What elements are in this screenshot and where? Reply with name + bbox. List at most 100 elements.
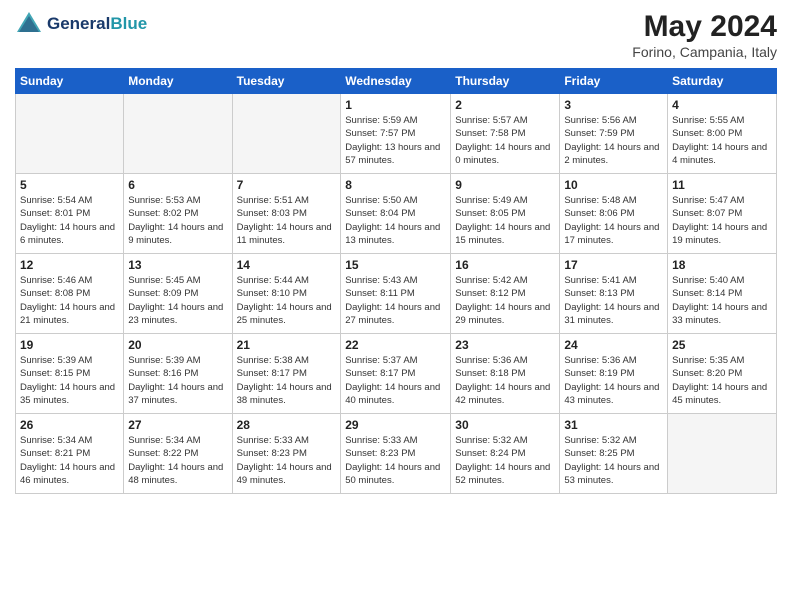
day-info: Sunrise: 5:44 AM Sunset: 8:10 PM Dayligh…	[237, 274, 337, 327]
calendar-cell: 30 Sunrise: 5:32 AM Sunset: 8:24 PM Dayli…	[451, 414, 560, 494]
calendar-cell: 14 Sunrise: 5:44 AM Sunset: 8:10 PM Dayli…	[232, 254, 341, 334]
weekday-header: Tuesday	[232, 69, 341, 94]
day-info: Sunrise: 5:33 AM Sunset: 8:23 PM Dayligh…	[345, 434, 446, 487]
calendar-cell: 6Sunrise: 5:53 AM Sunset: 8:02 PM Daylig…	[124, 174, 232, 254]
day-number: 27	[128, 418, 227, 432]
day-info: Sunrise: 5:54 AM Sunset: 8:01 PM Dayligh…	[20, 194, 119, 247]
day-info: Sunrise: 5:55 AM Sunset: 8:00 PM Dayligh…	[672, 114, 772, 167]
weekday-header: Thursday	[451, 69, 560, 94]
calendar-week-row: 12 Sunrise: 5:46 AM Sunset: 8:08 PM Dayli…	[16, 254, 777, 334]
calendar-cell: 12 Sunrise: 5:46 AM Sunset: 8:08 PM Dayli…	[16, 254, 124, 334]
calendar-cell: 1Sunrise: 5:59 AM Sunset: 7:57 PM Daylig…	[341, 94, 451, 174]
day-number: 3	[564, 98, 663, 112]
day-number: 2	[455, 98, 555, 112]
month-title: May 2024	[632, 10, 777, 44]
day-info: Sunrise: 5:56 AM Sunset: 7:59 PM Dayligh…	[564, 114, 663, 167]
day-number: 25	[672, 338, 772, 352]
day-info: Sunrise: 5:36 AM Sunset: 8:18 PM Dayligh…	[455, 354, 555, 407]
calendar-cell: 5 Sunrise: 5:54 AM Sunset: 8:01 PM Daylig…	[16, 174, 124, 254]
calendar-cell: 23 Sunrise: 5:36 AM Sunset: 8:18 PM Dayli…	[451, 334, 560, 414]
calendar-week-row: 1Sunrise: 5:59 AM Sunset: 7:57 PM Daylig…	[16, 94, 777, 174]
day-number: 31	[564, 418, 663, 432]
logo-icon	[15, 10, 43, 38]
day-info: Sunrise: 5:34 AM Sunset: 8:22 PM Dayligh…	[128, 434, 227, 487]
day-number: 10	[564, 178, 663, 192]
calendar-cell: 15Sunrise: 5:43 AM Sunset: 8:11 PM Dayli…	[341, 254, 451, 334]
day-info: Sunrise: 5:49 AM Sunset: 8:05 PM Dayligh…	[455, 194, 555, 247]
calendar-cell: 25Sunrise: 5:35 AM Sunset: 8:20 PM Dayli…	[668, 334, 777, 414]
calendar-cell: 7 Sunrise: 5:51 AM Sunset: 8:03 PM Daylig…	[232, 174, 341, 254]
day-number: 16	[455, 258, 555, 272]
day-info: Sunrise: 5:39 AM Sunset: 8:15 PM Dayligh…	[20, 354, 119, 407]
day-info: Sunrise: 5:32 AM Sunset: 8:24 PM Dayligh…	[455, 434, 555, 487]
day-info: Sunrise: 5:46 AM Sunset: 8:08 PM Dayligh…	[20, 274, 119, 327]
calendar-cell	[232, 94, 341, 174]
calendar-cell: 16 Sunrise: 5:42 AM Sunset: 8:12 PM Dayli…	[451, 254, 560, 334]
day-number: 29	[345, 418, 446, 432]
day-info: Sunrise: 5:50 AM Sunset: 8:04 PM Dayligh…	[345, 194, 446, 247]
day-info: Sunrise: 5:38 AM Sunset: 8:17 PM Dayligh…	[237, 354, 337, 407]
calendar-cell: 28 Sunrise: 5:33 AM Sunset: 8:23 PM Dayli…	[232, 414, 341, 494]
calendar-cell	[124, 94, 232, 174]
logo: GeneralBlue	[15, 10, 147, 38]
day-number: 12	[20, 258, 119, 272]
logo-line1: General	[47, 14, 110, 33]
calendar-cell	[16, 94, 124, 174]
calendar-cell: 31 Sunrise: 5:32 AM Sunset: 8:25 PM Dayli…	[560, 414, 668, 494]
day-info: Sunrise: 5:39 AM Sunset: 8:16 PM Dayligh…	[128, 354, 227, 407]
day-number: 5	[20, 178, 119, 192]
calendar-cell: 27 Sunrise: 5:34 AM Sunset: 8:22 PM Dayli…	[124, 414, 232, 494]
day-number: 24	[564, 338, 663, 352]
day-number: 21	[237, 338, 337, 352]
day-number: 23	[455, 338, 555, 352]
calendar-cell: 24 Sunrise: 5:36 AM Sunset: 8:19 PM Dayli…	[560, 334, 668, 414]
weekday-header: Monday	[124, 69, 232, 94]
day-info: Sunrise: 5:45 AM Sunset: 8:09 PM Dayligh…	[128, 274, 227, 327]
calendar-cell: 29 Sunrise: 5:33 AM Sunset: 8:23 PM Dayli…	[341, 414, 451, 494]
day-info: Sunrise: 5:48 AM Sunset: 8:06 PM Dayligh…	[564, 194, 663, 247]
day-number: 9	[455, 178, 555, 192]
day-info: Sunrise: 5:42 AM Sunset: 8:12 PM Dayligh…	[455, 274, 555, 327]
day-info: Sunrise: 5:36 AM Sunset: 8:19 PM Dayligh…	[564, 354, 663, 407]
logo-text: GeneralBlue	[47, 15, 147, 34]
day-info: Sunrise: 5:51 AM Sunset: 8:03 PM Dayligh…	[237, 194, 337, 247]
weekday-header: Wednesday	[341, 69, 451, 94]
weekday-header: Saturday	[668, 69, 777, 94]
header: GeneralBlue May 2024 Forino, Campania, I…	[15, 10, 777, 60]
page: GeneralBlue May 2024 Forino, Campania, I…	[0, 0, 792, 612]
calendar-cell: 10 Sunrise: 5:48 AM Sunset: 8:06 PM Dayli…	[560, 174, 668, 254]
calendar-cell: 8 Sunrise: 5:50 AM Sunset: 8:04 PM Daylig…	[341, 174, 451, 254]
day-info: Sunrise: 5:37 AM Sunset: 8:17 PM Dayligh…	[345, 354, 446, 407]
day-number: 17	[564, 258, 663, 272]
day-info: Sunrise: 5:32 AM Sunset: 8:25 PM Dayligh…	[564, 434, 663, 487]
day-number: 1	[345, 98, 446, 112]
calendar-cell: 4Sunrise: 5:55 AM Sunset: 8:00 PM Daylig…	[668, 94, 777, 174]
day-number: 7	[237, 178, 337, 192]
weekday-header: Sunday	[16, 69, 124, 94]
day-number: 26	[20, 418, 119, 432]
calendar-cell: 21 Sunrise: 5:38 AM Sunset: 8:17 PM Dayli…	[232, 334, 341, 414]
day-number: 14	[237, 258, 337, 272]
day-number: 11	[672, 178, 772, 192]
calendar-cell: 2Sunrise: 5:57 AM Sunset: 7:58 PM Daylig…	[451, 94, 560, 174]
calendar-cell: 9 Sunrise: 5:49 AM Sunset: 8:05 PM Daylig…	[451, 174, 560, 254]
weekday-header: Friday	[560, 69, 668, 94]
day-number: 8	[345, 178, 446, 192]
day-info: Sunrise: 5:40 AM Sunset: 8:14 PM Dayligh…	[672, 274, 772, 327]
day-info: Sunrise: 5:33 AM Sunset: 8:23 PM Dayligh…	[237, 434, 337, 487]
day-number: 28	[237, 418, 337, 432]
day-info: Sunrise: 5:41 AM Sunset: 8:13 PM Dayligh…	[564, 274, 663, 327]
day-number: 18	[672, 258, 772, 272]
calendar-cell: 17 Sunrise: 5:41 AM Sunset: 8:13 PM Dayli…	[560, 254, 668, 334]
calendar: SundayMondayTuesdayWednesdayThursdayFrid…	[15, 68, 777, 494]
calendar-cell: 18 Sunrise: 5:40 AM Sunset: 8:14 PM Dayli…	[668, 254, 777, 334]
day-number: 30	[455, 418, 555, 432]
calendar-week-row: 5 Sunrise: 5:54 AM Sunset: 8:01 PM Daylig…	[16, 174, 777, 254]
day-info: Sunrise: 5:53 AM Sunset: 8:02 PM Dayligh…	[128, 194, 227, 247]
title-block: May 2024 Forino, Campania, Italy	[632, 10, 777, 60]
calendar-cell: 22Sunrise: 5:37 AM Sunset: 8:17 PM Dayli…	[341, 334, 451, 414]
day-number: 15	[345, 258, 446, 272]
day-info: Sunrise: 5:47 AM Sunset: 8:07 PM Dayligh…	[672, 194, 772, 247]
weekday-header-row: SundayMondayTuesdayWednesdayThursdayFrid…	[16, 69, 777, 94]
location: Forino, Campania, Italy	[632, 44, 777, 60]
